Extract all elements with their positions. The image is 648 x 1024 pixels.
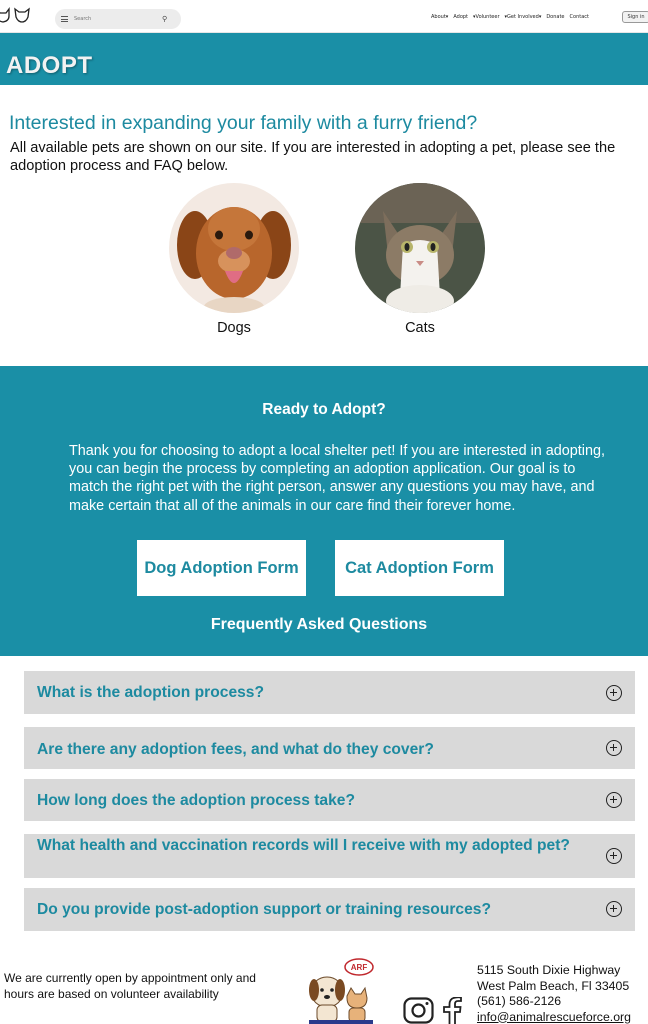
faq-item[interactable]: What health and vaccination records will…: [24, 834, 635, 878]
phone-number[interactable]: (561) 586-2126: [477, 994, 647, 1010]
instagram-icon[interactable]: [403, 997, 434, 1024]
address-line-2: West Palm Beach, Fl 33405: [477, 978, 630, 993]
dog-adoption-form-button[interactable]: Dog Adoption Form: [137, 540, 306, 596]
social-links: [403, 997, 462, 1024]
ready-heading: Ready to Adopt?: [262, 401, 386, 418]
dogs-label[interactable]: Dogs: [164, 320, 304, 336]
arf-logo[interactable]: ARF: [303, 958, 379, 1024]
search-bar[interactable]: ⚲: [55, 9, 181, 29]
sign-in-button[interactable]: Sign in: [622, 11, 648, 23]
hours-notice: We are currently open by appointment onl…: [4, 971, 256, 1001]
nav-link-volunteer[interactable]: ▾Volunteer: [473, 14, 500, 20]
intro-text: All available pets are shown on our site…: [10, 140, 616, 174]
cat-adoption-form-button[interactable]: Cat Adoption Form: [335, 540, 504, 596]
cat-outline-icon: [14, 7, 30, 23]
dog-outline-icon: [0, 7, 10, 23]
nav-link-donate[interactable]: Donate: [546, 14, 564, 20]
faq-item[interactable]: What is the adoption process?: [24, 671, 635, 714]
faq-question[interactable]: Are there any adoption fees, and what do…: [37, 740, 582, 760]
page-title: ADOPT: [6, 52, 93, 79]
search-icon[interactable]: ⚲: [162, 15, 167, 23]
faq-item[interactable]: How long does the adoption process take?: [24, 779, 635, 821]
email-link[interactable]: info@animalrescueforce.org: [477, 1010, 647, 1024]
faq-item[interactable]: Do you provide post-adoption support or …: [24, 888, 635, 931]
expand-plus-icon[interactable]: [606, 901, 622, 917]
cats-category[interactable]: Cats: [350, 183, 490, 336]
ready-to-adopt-section: Ready to Adopt? Thank you for choosing t…: [0, 366, 648, 656]
arf-logo-text: ARF: [351, 963, 368, 972]
nav-link-adopt[interactable]: Adopt: [453, 14, 468, 20]
search-input[interactable]: [74, 16, 162, 22]
site-logo[interactable]: [0, 7, 30, 23]
dog-photo[interactable]: [169, 183, 299, 313]
faq-question[interactable]: What is the adoption process?: [37, 683, 582, 703]
expand-plus-icon[interactable]: [606, 848, 622, 864]
faq-heading: Frequently Asked Questions: [210, 616, 428, 633]
contact-address: 5115 South Dixie Highway West Palm Beach…: [477, 963, 647, 1024]
address-line-1: 5115 South Dixie Highway: [477, 963, 621, 977]
expand-plus-icon[interactable]: [606, 740, 622, 756]
nav-link-contact[interactable]: Contact: [570, 14, 589, 20]
expand-plus-icon[interactable]: [606, 792, 622, 808]
nav-link-about[interactable]: About▾: [431, 14, 448, 20]
page-hero: ADOPT: [0, 33, 648, 85]
cat-photo[interactable]: [355, 183, 485, 313]
intro-heading: Interested in expanding your family with…: [9, 112, 478, 134]
nav-links: About▾ Adopt ▾Volunteer ▾Get Involved▾ D…: [431, 14, 589, 20]
menu-icon[interactable]: [61, 16, 68, 22]
dogs-category[interactable]: Dogs: [164, 183, 304, 336]
faq-question[interactable]: What health and vaccination records will…: [37, 836, 582, 856]
facebook-icon[interactable]: [442, 997, 462, 1024]
ready-text: Thank you for choosing to adopt a local …: [69, 443, 605, 514]
nav-link-get-involved[interactable]: ▾Get Involved▾: [505, 14, 542, 20]
expand-plus-icon[interactable]: [606, 685, 622, 701]
faq-question[interactable]: How long does the adoption process take?: [37, 791, 582, 811]
faq-question[interactable]: Do you provide post-adoption support or …: [37, 900, 582, 920]
cats-label[interactable]: Cats: [350, 320, 490, 336]
top-navigation: ⚲ About▾ Adopt ▾Volunteer ▾Get Involved▾…: [0, 0, 648, 33]
faq-item[interactable]: Are there any adoption fees, and what do…: [24, 727, 635, 769]
